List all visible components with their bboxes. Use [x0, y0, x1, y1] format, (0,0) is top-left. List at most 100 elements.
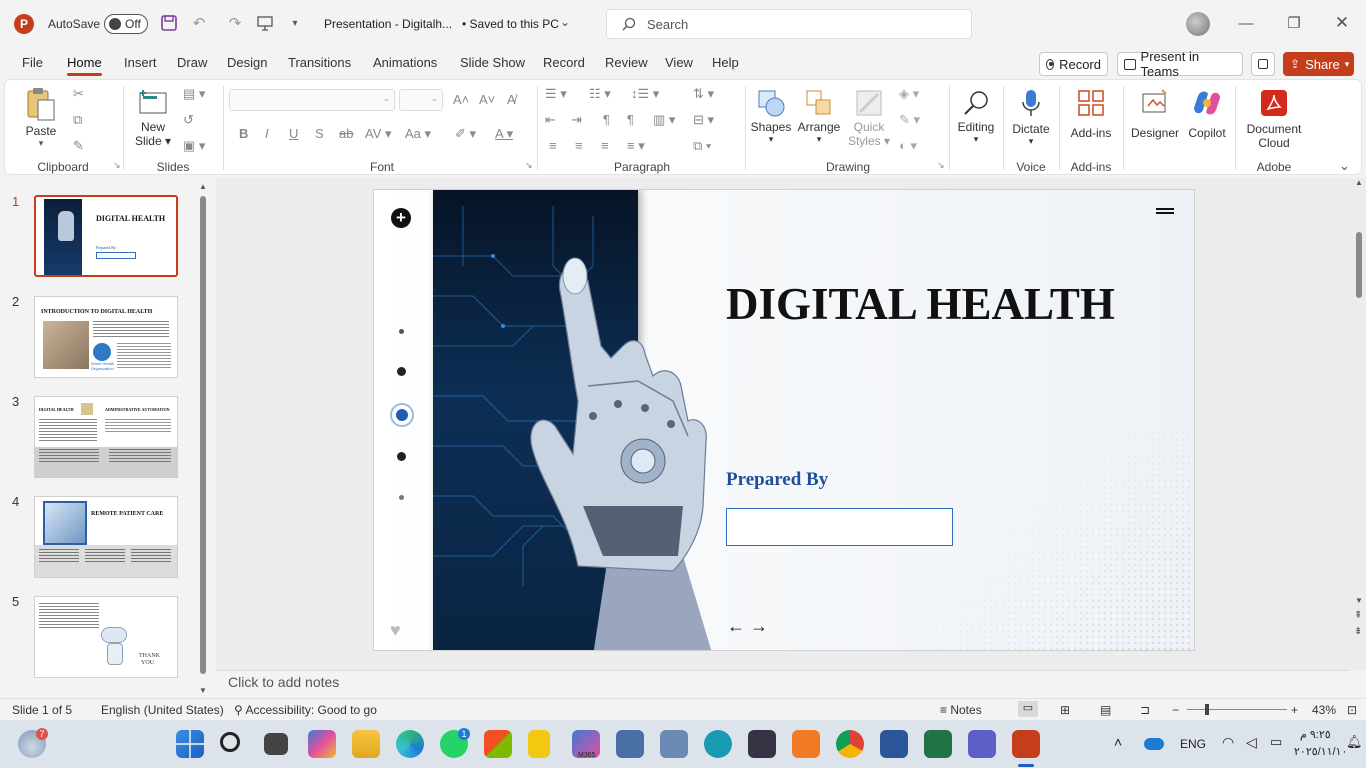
document-title[interactable]: Presentation - Digitalh... [324, 17, 452, 31]
task-view-icon[interactable] [264, 733, 288, 755]
normal-view-icon[interactable]: ▭ [1018, 701, 1038, 717]
shapes-button[interactable]: Shapes ▾ [749, 84, 793, 145]
prev-slide-icon[interactable]: ⇞ [1354, 610, 1362, 621]
font-dialog-launcher-icon[interactable]: ↘ [525, 160, 533, 171]
dictate-button[interactable]: Dictate ▾ [1005, 84, 1057, 147]
highlight-icon[interactable]: ✐ ▾ [455, 126, 476, 142]
editing-button[interactable]: Editing ▾ [951, 84, 1001, 145]
drawing-dialog-launcher-icon[interactable]: ↘ [937, 160, 945, 171]
prepared-by-label[interactable]: Prepared By [726, 469, 828, 491]
line-spacing-icon[interactable]: ↕☰ ▾ [631, 86, 659, 102]
slide-thumbnail-2[interactable]: INTRODUCTION TO DIGITAL HEALTH World Hea… [34, 296, 178, 378]
scrollbar-thumb[interactable] [200, 196, 206, 674]
collapse-ribbon-icon[interactable]: ⌄ [1339, 158, 1350, 174]
dialog-launcher-icon[interactable]: ↘ [113, 160, 121, 171]
arrange-button[interactable]: Arrange ▾ [795, 84, 843, 145]
justify-icon[interactable]: ≡ ▾ [627, 138, 645, 154]
thumbnails-scrollbar[interactable]: ▲ ▼ [199, 182, 207, 695]
zoom-slider[interactable] [1187, 704, 1287, 715]
save-icon[interactable] [158, 12, 180, 34]
tab-slide-show[interactable]: Slide Show [460, 55, 525, 70]
tab-view[interactable]: View [665, 55, 693, 70]
wifi-icon[interactable]: ◠ [1222, 734, 1234, 751]
editor-scrollbar-thumb[interactable] [1356, 232, 1362, 298]
paste-button[interactable]: Paste ▾ [19, 84, 63, 149]
text-direction-icon[interactable]: ⇅ ▾ [693, 86, 714, 102]
chrome-icon[interactable] [836, 730, 864, 758]
avatar[interactable] [1186, 12, 1210, 36]
document-cloud-button[interactable]: Document Cloud [1237, 84, 1311, 150]
powerpoint-taskbar-icon[interactable] [1012, 730, 1040, 758]
reading-view-icon[interactable]: ▤ [1100, 703, 1111, 717]
copilot-taskbar-icon[interactable] [308, 730, 336, 758]
change-case-icon[interactable]: Aa ▾ [405, 126, 431, 142]
accessibility-status[interactable]: ⚲ Accessibility: Good to go [234, 703, 377, 717]
tab-insert[interactable]: Insert [124, 55, 157, 70]
customize-toolbar-icon[interactable]: ▾ [284, 12, 306, 34]
slide-canvas[interactable]: + ♥ DIGITAL HEALTH Prepared By ← → [373, 189, 1195, 651]
ltr-icon[interactable]: ¶ [603, 112, 610, 127]
shape-fill-icon[interactable]: ◈ ▾ [899, 86, 919, 102]
shape-outline-icon[interactable]: ✎ ▾ [899, 112, 920, 128]
columns-icon[interactable]: ▥ ▾ [653, 112, 675, 128]
search-taskbar-icon[interactable] [220, 732, 240, 752]
start-icon[interactable] [176, 730, 204, 758]
align-right-icon[interactable]: ≡ [601, 138, 609, 153]
shadow-icon[interactable]: S [315, 126, 324, 141]
smartart-icon[interactable]: ⧉ ▾ [693, 138, 711, 154]
slideshow-view-icon[interactable]: ⊐ [1140, 703, 1150, 717]
section-icon[interactable]: ▣ ▾ [183, 138, 205, 154]
language-status[interactable]: English (United States) [101, 703, 224, 717]
strikethrough-icon[interactable]: ab [339, 126, 353, 141]
prepared-by-box[interactable] [726, 508, 953, 546]
align-center-icon[interactable]: ≡ [575, 138, 583, 153]
tab-design[interactable]: Design [227, 55, 267, 70]
search-box[interactable]: Search [606, 9, 972, 39]
slide-thumbnail-3[interactable]: DIGITAL HEALTH ADMINISTRATIVE AUTOMATION [34, 396, 178, 478]
tab-review[interactable]: Review [605, 55, 648, 70]
tab-help[interactable]: Help [712, 55, 739, 70]
bold-icon[interactable]: B [239, 126, 248, 141]
record-button[interactable]: Record [1039, 52, 1108, 76]
reset-icon[interactable]: ↺ [183, 112, 194, 128]
new-slide-button[interactable]: New Slide ▾ [129, 84, 177, 148]
nav-arrows[interactable]: ← → [727, 616, 768, 637]
sound-icon[interactable]: ◁ [1246, 734, 1257, 751]
app-icon[interactable] [616, 730, 644, 758]
slide-sorter-icon[interactable]: ⊞ [1060, 703, 1070, 717]
editor-scrollbar[interactable]: ▲ ▼ ⇞ ⇟ [1352, 178, 1366, 670]
decrease-font-icon[interactable]: A˅ [479, 92, 495, 107]
zoom-level[interactable]: 43% [1312, 703, 1336, 717]
clock-time[interactable]: ٩:٢٥ م [1300, 728, 1331, 741]
tab-home[interactable]: Home [67, 55, 102, 76]
sublime-icon[interactable] [792, 730, 820, 758]
slide-title[interactable]: DIGITAL HEALTH [726, 278, 1115, 330]
app-icon[interactable] [748, 730, 776, 758]
char-spacing-icon[interactable]: AV ▾ [365, 126, 392, 142]
shape-effects-icon[interactable]: ◐ ▾ [899, 138, 917, 154]
copilot-button[interactable]: Copilot [1181, 84, 1233, 140]
store-icon[interactable] [484, 730, 512, 758]
next-slide-icon[interactable]: ⇟ [1354, 626, 1362, 637]
align-text-icon[interactable]: ⊟ ▾ [693, 112, 714, 128]
copy-icon[interactable]: ⧉ [73, 112, 82, 128]
redo-icon[interactable]: ↷ [224, 12, 246, 34]
teams-icon[interactable] [968, 730, 996, 758]
font-size-select[interactable]: ⌄ [399, 89, 443, 111]
close-icon[interactable]: ✕ [1331, 12, 1353, 34]
present-in-teams-button[interactable]: Present in Teams [1117, 49, 1243, 79]
autosave-toggle[interactable]: Off [104, 14, 148, 34]
cut-icon[interactable]: ✂ [73, 86, 84, 102]
notes-placeholder[interactable]: Click to add notes [228, 674, 339, 690]
edge-icon[interactable] [396, 730, 424, 758]
notes-toggle[interactable]: ≡ Notes [940, 703, 982, 717]
undo-icon[interactable]: ↶ [188, 12, 210, 34]
share-button[interactable]: ⇪ Share ▾ [1283, 52, 1354, 76]
designer-button[interactable]: Designer [1129, 84, 1181, 140]
app-icon[interactable] [704, 730, 732, 758]
powerbi-icon[interactable] [528, 730, 550, 758]
battery-icon[interactable]: ▭ [1270, 734, 1282, 750]
app-icon[interactable] [660, 730, 688, 758]
layout-icon[interactable]: ▤ ▾ [183, 86, 205, 102]
notification-bell-icon[interactable]: 🔔︎ [1346, 734, 1363, 750]
